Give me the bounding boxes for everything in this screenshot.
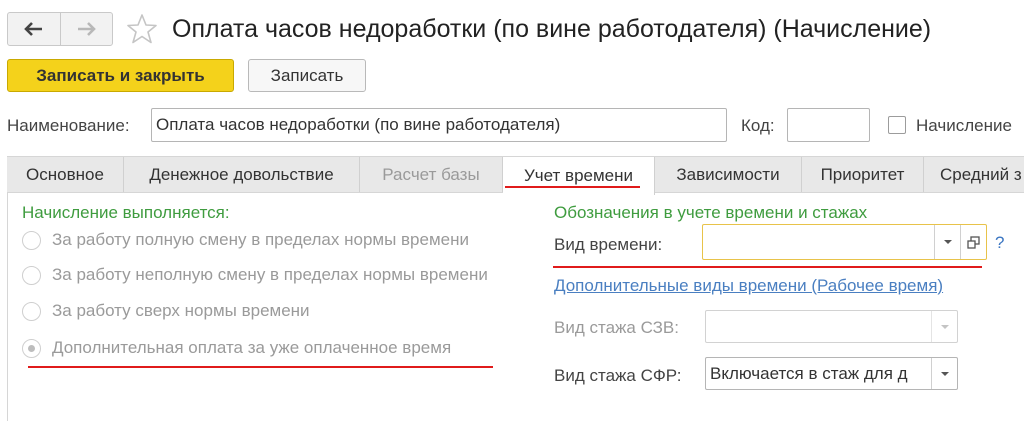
- radio-button[interactable]: [22, 338, 41, 358]
- accrual-mode-title: Начисление выполняется:: [22, 203, 230, 222]
- time-type-value[interactable]: [703, 225, 934, 259]
- tab-main[interactable]: Основное: [7, 157, 124, 192]
- forward-button[interactable]: [59, 13, 113, 45]
- chevron-down-icon: [943, 240, 952, 244]
- radio-button[interactable]: [22, 301, 41, 321]
- radio-label: За работу неполную смену в пределах норм…: [52, 265, 488, 284]
- name-input[interactable]: Оплата часов недоработки (по вине работо…: [151, 108, 727, 142]
- dropdown-button[interactable]: [931, 311, 957, 342]
- page-title: Оплата часов недоработки (по вине работо…: [172, 15, 932, 43]
- open-form-button[interactable]: [960, 225, 986, 259]
- arrow-right-icon: [78, 22, 97, 36]
- accrual-checkbox[interactable]: [888, 116, 906, 134]
- tab-time-tracking[interactable]: Учет времени: [503, 157, 655, 195]
- time-type-select[interactable]: [702, 224, 987, 260]
- navigation-buttons: [7, 12, 113, 46]
- chevron-down-icon: [940, 371, 949, 376]
- save-and-close-button[interactable]: Записать и закрыть: [7, 59, 234, 92]
- radio-button[interactable]: [22, 265, 41, 285]
- tab-allowance[interactable]: Денежное довольствие: [124, 157, 360, 192]
- open-window-icon: [967, 235, 980, 249]
- radio-full-shift[interactable]: За работу полную смену в пределах нормы …: [22, 228, 469, 252]
- szv-experience-label: Вид стажа СЗВ:: [554, 318, 679, 337]
- annotation-underline-tab: [505, 186, 640, 188]
- code-label: Код:: [741, 116, 775, 135]
- tab-dependencies[interactable]: Зависимости: [655, 157, 802, 192]
- help-icon[interactable]: ?: [995, 233, 1004, 253]
- tab-priority[interactable]: Приоритет: [802, 157, 924, 192]
- chevron-down-icon: [940, 324, 949, 329]
- radio-overtime[interactable]: За работу сверх нормы времени: [22, 299, 310, 323]
- radio-label: Дополнительная оплата за уже оплаченное …: [52, 338, 452, 357]
- sfr-experience-label: Вид стажа СФР:: [554, 366, 682, 385]
- szv-experience-select[interactable]: [705, 310, 958, 343]
- sfr-experience-select[interactable]: Включается в стаж для д: [705, 357, 958, 390]
- annotation-underline-option: [28, 366, 493, 368]
- radio-button[interactable]: [22, 230, 41, 250]
- dropdown-button[interactable]: [934, 225, 960, 259]
- sfr-experience-value[interactable]: Включается в стаж для д: [706, 358, 931, 389]
- dropdown-button[interactable]: [931, 358, 957, 389]
- arrow-left-icon: [23, 22, 42, 36]
- tab-base-calculation[interactable]: Расчет базы: [360, 157, 503, 192]
- annotation-underline-time-type: [553, 266, 982, 268]
- additional-time-types-link[interactable]: Дополнительные виды времени (Рабочее вре…: [554, 276, 943, 296]
- name-label: Наименование:: [7, 116, 130, 135]
- radio-label: За работу полную смену в пределах нормы …: [52, 230, 469, 249]
- radio-label: За работу сверх нормы времени: [52, 301, 310, 320]
- radio-partial-shift[interactable]: За работу неполную смену в пределах норм…: [22, 263, 488, 287]
- back-button[interactable]: [8, 13, 60, 45]
- tab-average-earnings[interactable]: Средний з: [924, 157, 1024, 192]
- radio-additional-payment[interactable]: Дополнительная оплата за уже оплаченное …: [22, 336, 451, 360]
- szv-experience-value[interactable]: [706, 311, 931, 342]
- favorite-star-icon[interactable]: [125, 12, 159, 46]
- code-input[interactable]: [787, 108, 870, 142]
- accrual-checkbox-label: Начисление: [916, 116, 1012, 135]
- content-border: [7, 193, 8, 421]
- save-button[interactable]: Записать: [248, 59, 366, 92]
- time-type-label: Вид времени:: [554, 235, 663, 254]
- time-designations-title: Обозначения в учете времени и стажах: [554, 203, 868, 222]
